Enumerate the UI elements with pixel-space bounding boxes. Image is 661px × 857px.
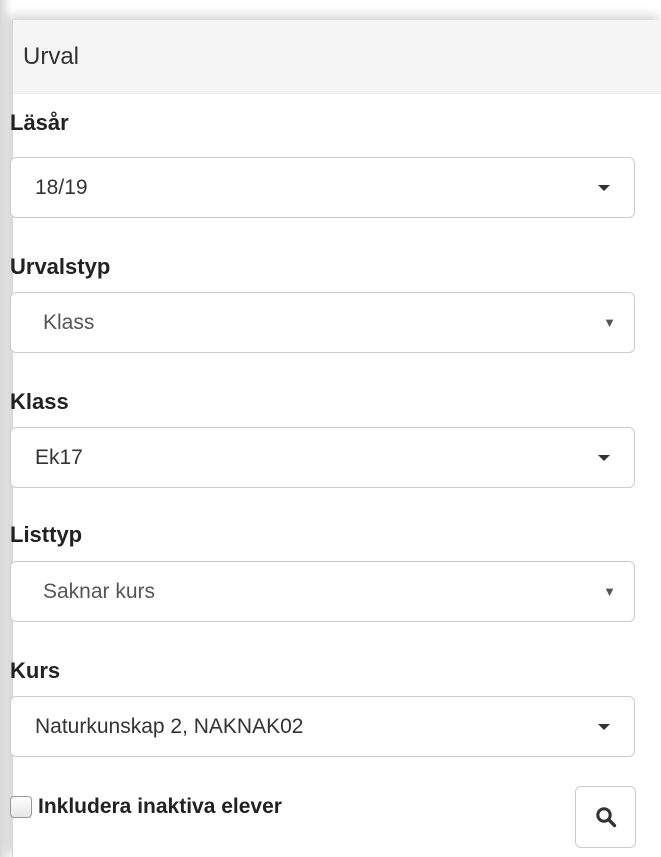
- kurs-dropdown[interactable]: Naturkunskap 2, NAKNAK02: [10, 696, 635, 757]
- search-icon: [595, 807, 616, 828]
- urvalstyp-value: Klass: [43, 310, 95, 334]
- urvalstyp-label: Urvalstyp: [10, 254, 111, 279]
- select-arrow-icon: ▼: [603, 315, 616, 330]
- caret-down-icon: [598, 723, 610, 730]
- include-inactive-option[interactable]: Inkludera inaktiva elever: [10, 795, 282, 819]
- lasar-dropdown[interactable]: 18/19: [10, 157, 635, 218]
- klass-label: Klass: [10, 389, 69, 414]
- caret-down-icon: [598, 454, 610, 461]
- klass-value: Ek17: [35, 445, 83, 469]
- lasar-label: Läsår: [10, 110, 69, 135]
- lasar-value: 18/19: [35, 175, 88, 199]
- panel-title: Urval: [13, 20, 661, 94]
- caret-down-icon: [598, 184, 610, 191]
- include-inactive-checkbox[interactable]: [10, 796, 32, 818]
- kurs-value: Naturkunskap 2, NAKNAK02: [35, 714, 304, 738]
- urvalstyp-select[interactable]: Klass ▼: [10, 292, 635, 353]
- listtyp-value: Saknar kurs: [43, 579, 156, 603]
- search-button[interactable]: [575, 786, 636, 848]
- listtyp-label: Listtyp: [10, 522, 83, 547]
- select-arrow-icon: ▼: [603, 584, 616, 599]
- include-inactive-label[interactable]: Inkludera inaktiva elever: [38, 795, 282, 819]
- klass-dropdown[interactable]: Ek17: [10, 427, 635, 488]
- kurs-label: Kurs: [10, 658, 61, 683]
- listtyp-select[interactable]: Saknar kurs ▼: [10, 561, 635, 622]
